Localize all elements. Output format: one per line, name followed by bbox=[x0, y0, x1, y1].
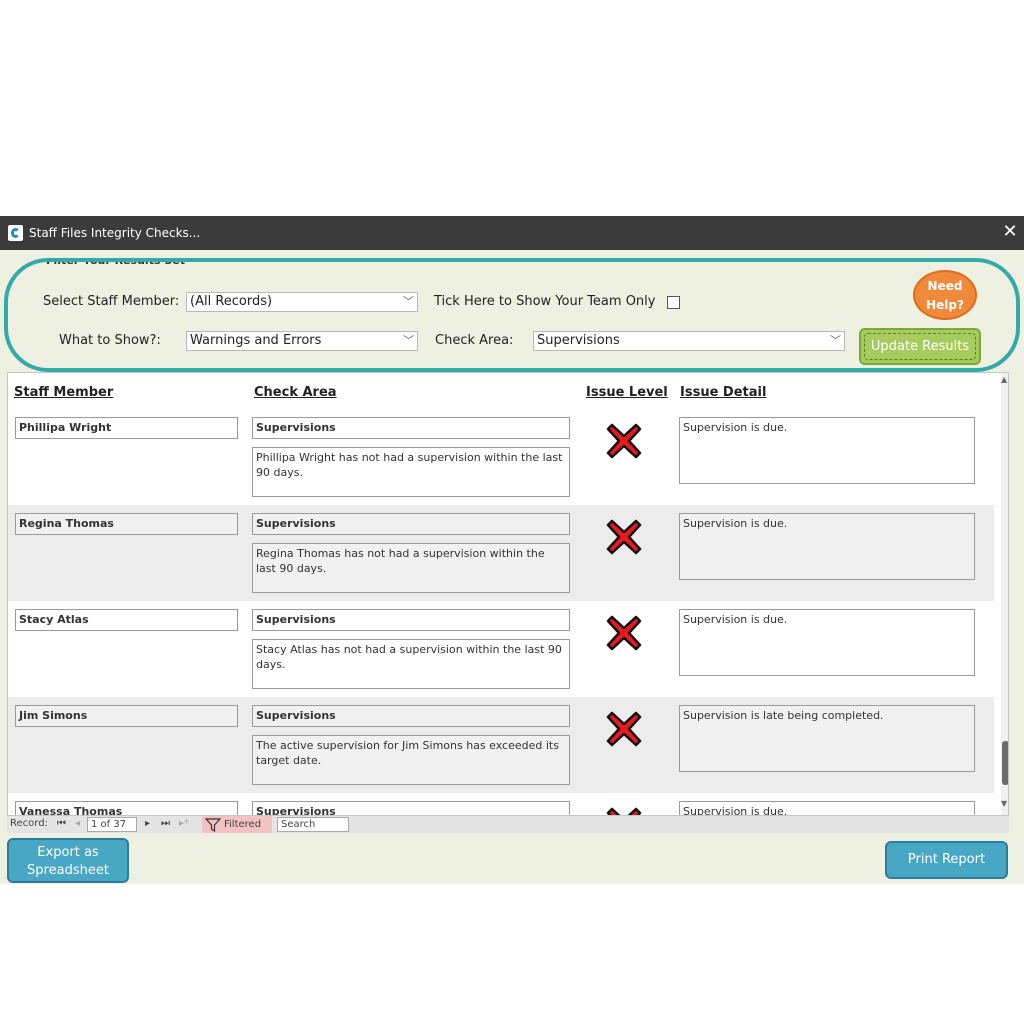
table-row[interactable]: Stacy Atlas Supervisions Stacy Atlas has… bbox=[8, 601, 994, 697]
team-only-checkbox[interactable] bbox=[667, 296, 680, 309]
table-row[interactable]: Phillipa Wright Supervisions Phillipa Wr… bbox=[8, 409, 994, 505]
check-area-label: Check Area: bbox=[435, 333, 514, 348]
record-navigation-bar: Record: ⏮ ◂ 1 of 37 ▸ ⏭ ▸* Filtered Sear… bbox=[7, 815, 1009, 833]
chevron-down-icon[interactable]: ﹀ bbox=[403, 294, 414, 310]
results-grid: Staff Member Check Area Issue Level Issu… bbox=[7, 372, 1009, 832]
help-line-1: Need bbox=[927, 279, 963, 293]
table-row[interactable]: Jim Simons Supervisions The active super… bbox=[8, 697, 994, 793]
record-label: Record: bbox=[10, 818, 48, 829]
previous-record-icon[interactable]: ◂ bbox=[75, 818, 80, 829]
issue-message-field[interactable]: Regina Thomas has not had a supervision … bbox=[252, 543, 570, 593]
staff-name-field[interactable]: Jim Simons bbox=[15, 705, 238, 727]
vertical-scrollbar[interactable]: ▲ ▼ bbox=[1001, 373, 1008, 831]
column-header-area[interactable]: Check Area bbox=[254, 385, 337, 400]
issue-detail-field[interactable]: Supervision is late being completed. bbox=[679, 705, 975, 772]
new-record-icon[interactable]: ▸* bbox=[179, 818, 189, 829]
table-row[interactable]: Regina Thomas Supervisions Regina Thomas… bbox=[8, 505, 994, 601]
chevron-down-icon[interactable]: ﹀ bbox=[403, 333, 414, 349]
staff-member-select[interactable]: (All Records) ﹀ bbox=[186, 292, 418, 312]
first-record-icon[interactable]: ⏮ bbox=[57, 818, 66, 829]
next-record-icon[interactable]: ▸ bbox=[145, 818, 150, 829]
staff-member-value: (All Records) bbox=[190, 294, 273, 309]
window-title: Staff Files Integrity Checks... bbox=[29, 226, 201, 240]
scroll-down-icon[interactable]: ▼ bbox=[1001, 799, 1007, 808]
team-only-label: Tick Here to Show Your Team Only bbox=[434, 294, 656, 309]
what-to-show-label: What to Show?: bbox=[59, 333, 161, 348]
column-header-detail[interactable]: Issue Detail bbox=[680, 385, 766, 400]
close-icon[interactable]: ✕ bbox=[1000, 222, 1020, 242]
error-x-icon bbox=[606, 711, 642, 747]
check-area-field[interactable]: Supervisions bbox=[252, 609, 570, 631]
check-area-value: Supervisions bbox=[537, 333, 620, 348]
staff-member-label: Select Staff Member: bbox=[43, 294, 180, 309]
issue-message-field[interactable]: Phillipa Wright has not had a supervisio… bbox=[252, 447, 570, 497]
chevron-down-icon[interactable]: ﹀ bbox=[830, 333, 841, 349]
export-line-1: Export as bbox=[37, 845, 99, 860]
check-area-field[interactable]: Supervisions bbox=[252, 705, 570, 727]
print-report-button[interactable]: Print Report bbox=[885, 841, 1008, 879]
scroll-up-icon[interactable]: ▲ bbox=[1001, 375, 1007, 384]
issue-detail-field[interactable]: Supervision is due. bbox=[679, 417, 975, 484]
help-line-2: Help? bbox=[926, 298, 964, 312]
record-position[interactable]: 1 of 37 bbox=[87, 817, 137, 832]
issue-message-field[interactable]: Stacy Atlas has not had a supervision wi… bbox=[252, 639, 570, 689]
staff-name-field[interactable]: Phillipa Wright bbox=[15, 417, 238, 439]
staff-name-field[interactable]: Regina Thomas bbox=[15, 513, 238, 535]
filtered-label: Filtered bbox=[224, 819, 262, 830]
export-spreadsheet-button[interactable]: Export as Spreadsheet bbox=[7, 838, 129, 883]
what-to-show-select[interactable]: Warnings and Errors ﹀ bbox=[186, 331, 418, 351]
check-area-field[interactable]: Supervisions bbox=[252, 513, 570, 535]
error-x-icon bbox=[606, 423, 642, 459]
check-area-field[interactable]: Supervisions bbox=[252, 417, 570, 439]
last-record-icon[interactable]: ⏭ bbox=[161, 818, 170, 829]
column-header-level[interactable]: Issue Level bbox=[586, 385, 668, 400]
staff-name-field[interactable]: Stacy Atlas bbox=[15, 609, 238, 631]
scrollbar-thumb[interactable] bbox=[1002, 741, 1008, 785]
column-header-staff[interactable]: Staff Member bbox=[14, 385, 113, 400]
search-input[interactable]: Search bbox=[277, 817, 349, 832]
export-line-2: Spreadsheet bbox=[27, 863, 109, 878]
need-help-button[interactable]: Need Help? bbox=[913, 270, 977, 320]
error-x-icon bbox=[606, 615, 642, 651]
error-x-icon bbox=[606, 519, 642, 555]
filtered-toggle[interactable]: Filtered bbox=[202, 816, 272, 833]
issue-message-field[interactable]: The active supervision for Jim Simons ha… bbox=[252, 735, 570, 785]
app-logo-icon bbox=[8, 225, 23, 241]
title-bar: Staff Files Integrity Checks... ✕ bbox=[0, 216, 1024, 250]
check-area-select[interactable]: Supervisions ﹀ bbox=[533, 331, 845, 351]
what-to-show-value: Warnings and Errors bbox=[190, 333, 322, 348]
funnel-icon bbox=[205, 818, 221, 832]
issue-detail-field[interactable]: Supervision is due. bbox=[679, 513, 975, 580]
issue-detail-field[interactable]: Supervision is due. bbox=[679, 609, 975, 676]
update-results-button[interactable]: Update Results bbox=[859, 328, 981, 365]
